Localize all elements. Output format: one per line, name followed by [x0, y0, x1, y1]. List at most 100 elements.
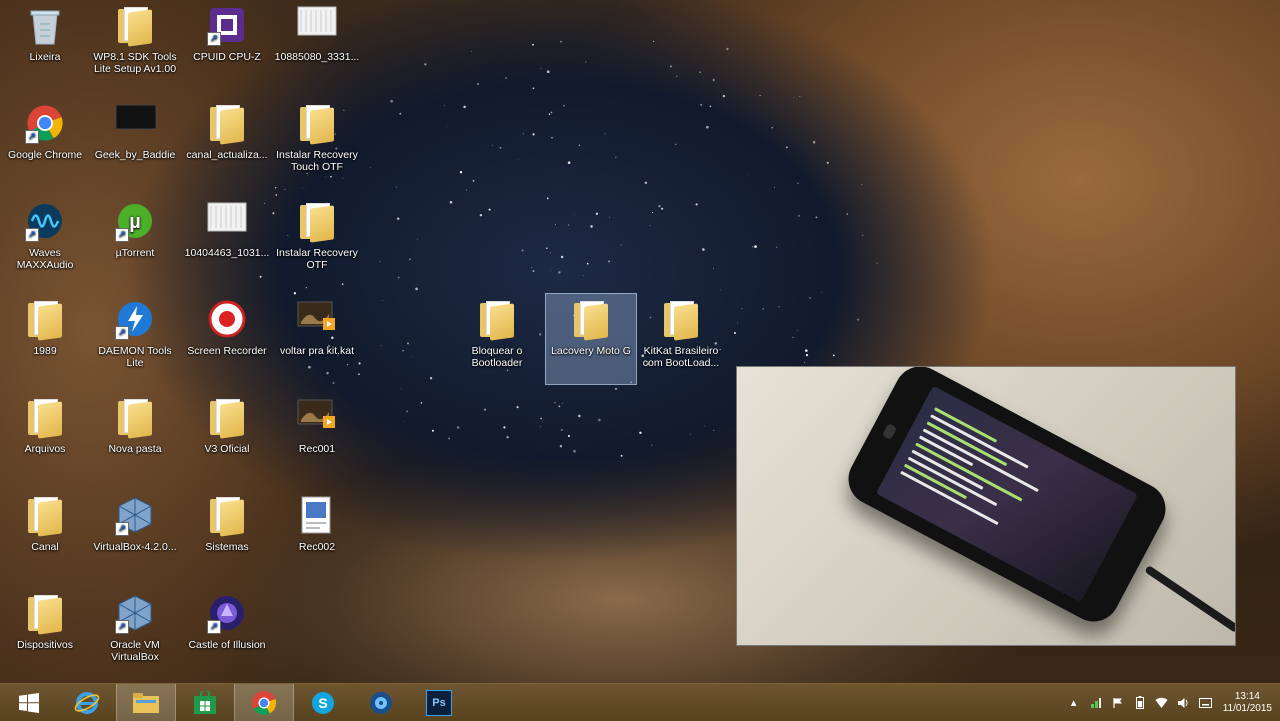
desktop-icon-label: KitKat Brasileiro com BootLoad... [642, 345, 720, 369]
shortcut-arrow-icon: ↗ [115, 522, 129, 536]
desktop-icon[interactable]: ↗ Google Chrome [0, 98, 90, 188]
folder-icon [661, 300, 701, 341]
phone-screen [875, 385, 1139, 603]
castle-icon: ↗ [207, 594, 247, 634]
desktop-icon[interactable]: ↗ VirtualBox-4.2.0... [90, 490, 180, 580]
desktop-icon-label: Geek_by_Baddie [94, 149, 176, 161]
desktop-icon-label: Waves MAXXAudio [16, 247, 74, 271]
desktop-icon[interactable]: ↗ CPUID CPU-Z [182, 0, 272, 90]
desktop-icon[interactable]: Screen Recorder [182, 294, 272, 384]
store-icon [194, 690, 216, 714]
shortcut-arrow-icon: ↗ [115, 620, 129, 634]
desktop-icon-label: 10885080_3331... [274, 51, 360, 63]
desktop-icon[interactable]: 10404463_1031... [182, 196, 272, 286]
shortcut-arrow-icon: ↗ [115, 326, 129, 340]
desktop-icon[interactable]: KitKat Brasileiro com BootLoad... [636, 294, 726, 384]
video-icon [297, 398, 337, 438]
clock[interactable]: 13:14 11/01/2015 [1223, 691, 1272, 715]
daemon-icon: ↗ [115, 300, 155, 340]
desktop-icon-label: CPUID CPU-Z [193, 51, 261, 63]
desktop-icon-label: 1989 [33, 345, 57, 357]
wifi-icon[interactable] [1155, 696, 1169, 710]
folder-icon [25, 496, 65, 537]
desktop-icon[interactable]: voltar pra kit.kat [272, 294, 362, 384]
video-overlay [736, 366, 1236, 646]
desktop-icon[interactable]: Bloquear o Bootloader [452, 294, 542, 384]
desktop-icon[interactable]: Sistemas [182, 490, 272, 580]
file-explorer-icon [133, 692, 159, 713]
desktop-icon-label: Castle of Illusion [188, 639, 266, 651]
volume-icon[interactable] [1177, 696, 1191, 710]
media-icon [370, 691, 392, 714]
desktop-icon[interactable]: Arquivos [0, 392, 90, 482]
desktop-icon[interactable]: V3 Oficial [182, 392, 272, 482]
desktop-icon[interactable]: Lacovery Moto G [545, 293, 637, 385]
keyboard-icon[interactable] [1199, 696, 1213, 710]
utorrent-icon: µ ↗ [115, 202, 155, 242]
desktop-icon[interactable]: Dispositivos [0, 588, 90, 678]
desktop-icon[interactable]: Instalar Recovery Touch OTF [272, 98, 362, 188]
battery-icon[interactable] [1133, 696, 1147, 710]
desktop-icon[interactable]: WP8.1 SDK Tools Lite Setup Av1.00 [90, 0, 180, 90]
desktop-icon-label: Dispositivos [16, 639, 74, 651]
photoshop-label: Ps [432, 696, 446, 709]
folder-icon [207, 104, 247, 145]
desktop-icon-label: Lacovery Moto G [551, 345, 631, 357]
folder-icon [297, 202, 337, 243]
desktop-icon-label: Google Chrome [7, 149, 83, 161]
folder-icon [25, 594, 65, 635]
chrome-button[interactable] [234, 684, 294, 721]
taskbar: S Ps ▴ 13:14 11/01/2015 [0, 683, 1280, 721]
skype-button[interactable]: S [294, 684, 352, 721]
desktop-icon-label: Instalar Recovery OTF [276, 247, 358, 271]
system-tray: ▴ 13:14 11/01/2015 [1063, 684, 1272, 721]
desktop-icon-label: voltar pra kit.kat [279, 345, 355, 357]
desktop-icon[interactable]: 1989 [0, 294, 90, 384]
desktop-icon[interactable]: 10885080_3331... [272, 0, 362, 90]
desktop-icon[interactable]: µ ↗ µTorrent [90, 196, 180, 286]
desktop-icon-label: 10404463_1031... [184, 247, 270, 259]
virtualbox-icon: ↗ [115, 496, 155, 536]
network-icon[interactable] [1089, 696, 1103, 710]
desktop-icon-label: Instalar Recovery Touch OTF [276, 149, 358, 173]
cpuz-icon: ↗ [207, 6, 247, 46]
desktop-icon[interactable]: Rec002 [272, 490, 362, 580]
skype-icon: S [312, 691, 334, 714]
desktop-icon-label: canal_actualiza... [186, 149, 268, 161]
usb-cable [1144, 564, 1235, 634]
desktop-icon-label: V3 Oficial [204, 443, 250, 455]
desktop-icon[interactable]: ↗ Castle of Illusion [182, 588, 272, 678]
desktop-icon-label: Lixeira [29, 51, 61, 63]
desktop-icon[interactable]: ↗ DAEMON Tools Lite [90, 294, 180, 384]
desktop-icon[interactable]: Canal [0, 490, 90, 580]
desktop-icon-label: DAEMON Tools Lite [98, 345, 172, 369]
desktop-icon-label: Bloquear o Bootloader [471, 345, 523, 369]
store-button[interactable] [176, 684, 234, 721]
desktop-icon[interactable]: Geek_by_Baddie [90, 98, 180, 188]
clock-date: 11/01/2015 [1222, 702, 1272, 714]
desktop-icon[interactable]: ↗ Oracle VM VirtualBox [90, 588, 180, 678]
ie-button[interactable] [58, 684, 116, 721]
video-icon [297, 300, 337, 340]
recorder-icon [207, 300, 247, 340]
folder-icon [207, 398, 247, 439]
folder-icon [25, 398, 65, 439]
desktop-icon[interactable]: Instalar Recovery OTF [272, 196, 362, 286]
chrome-icon [252, 690, 277, 715]
ie-icon [74, 691, 100, 714]
desktop-icon[interactable]: ↗ Waves MAXXAudio [0, 196, 90, 286]
windows-start-button[interactable] [0, 684, 58, 721]
phone-speaker [881, 423, 898, 441]
media-button[interactable] [352, 684, 410, 721]
desktop-icon[interactable]: Lixeira [0, 0, 90, 90]
desktop-icon[interactable]: canal_actualiza... [182, 98, 272, 188]
flag-icon[interactable] [1111, 696, 1125, 710]
photoshop-button[interactable]: Ps [410, 684, 468, 721]
desktop-icon-label: WP8.1 SDK Tools Lite Setup Av1.00 [93, 51, 177, 75]
shortcut-arrow-icon: ↗ [25, 130, 39, 144]
file-explorer-button[interactable] [116, 684, 176, 721]
desktop-icon[interactable]: Nova pasta [90, 392, 180, 482]
virtualbox-icon: ↗ [115, 594, 155, 634]
desktop-icon[interactable]: Rec001 [272, 392, 362, 482]
show-hidden-icons-icon[interactable]: ▴ [1067, 696, 1081, 710]
